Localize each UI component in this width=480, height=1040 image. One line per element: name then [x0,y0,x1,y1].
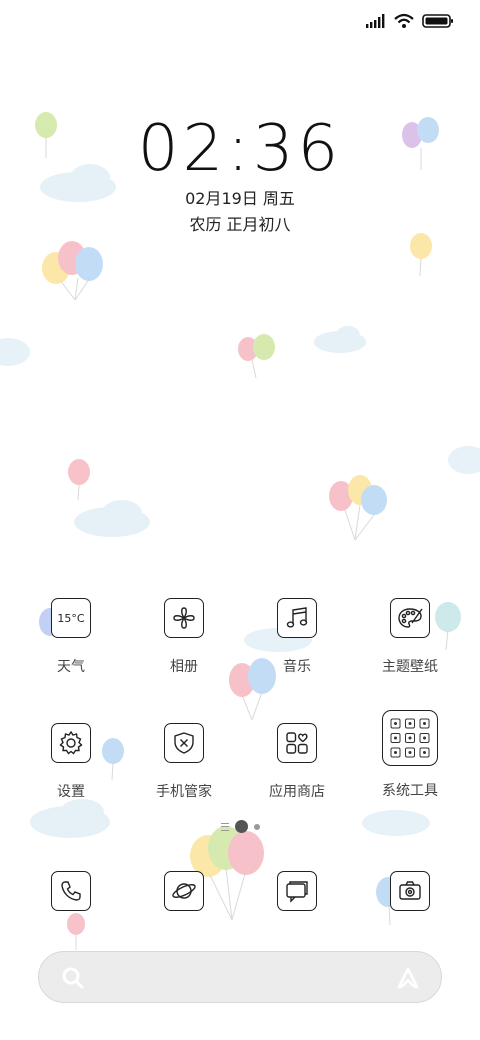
app-system-tools-folder[interactable]: 系统工具 [354,710,466,800]
app-label: 相册 [170,659,198,675]
flower-icon [164,598,204,638]
app-label: 应用商店 [269,784,325,800]
app-label: 音乐 [283,659,311,675]
planet-icon [164,871,204,911]
page-dot-active[interactable] [234,820,248,833]
search-icon[interactable] [61,966,85,990]
wifi-icon [394,13,414,28]
dock-browser[interactable] [128,871,240,911]
assistant-icon[interactable] [395,965,421,991]
app-label: 天气 [57,659,85,675]
app-settings[interactable]: 设置 [15,723,127,801]
app-music[interactable]: 音乐 [241,598,353,676]
search-bar[interactable] [38,951,442,1003]
weather-temperature: 15°C [57,611,85,625]
app-gallery[interactable]: 相册 [128,598,240,676]
app-label: 主题壁纸 [382,659,438,675]
status-bar [366,10,454,32]
app-label: 设置 [57,784,85,800]
app-store[interactable]: 应用商店 [241,723,353,801]
app-label: 手机管家 [156,784,212,800]
signal-icon [366,14,385,28]
folder-grid-icon [382,710,438,766]
camera-icon [390,871,430,911]
shield-icon [164,723,204,763]
message-icon [277,871,317,911]
battery-icon [422,14,453,28]
app-phone-manager[interactable]: 手机管家 [128,723,240,801]
app-themes[interactable]: 主题壁纸 [354,598,466,676]
page-dot[interactable] [253,823,260,830]
page-indicator[interactable] [0,820,480,833]
lunar-date-text: 农历 正月初八 [189,215,291,234]
clock-time[interactable]: 02:36 [0,112,480,186]
app-weather[interactable]: 15°C 天气 [15,598,127,676]
gear-icon [51,723,91,763]
dock-phone[interactable] [15,871,127,911]
phone-icon [51,871,91,911]
palette-icon [390,598,430,638]
app-store-icon [277,723,317,763]
date-text[interactable]: 02月19日 周五 [0,185,480,209]
dock-messages[interactable] [241,871,353,911]
dock-camera[interactable] [354,871,466,911]
weather-icon: 15°C [51,598,91,638]
music-note-icon [277,598,317,638]
app-label: 系统工具 [382,783,438,799]
list-view-indicator[interactable] [220,822,229,831]
